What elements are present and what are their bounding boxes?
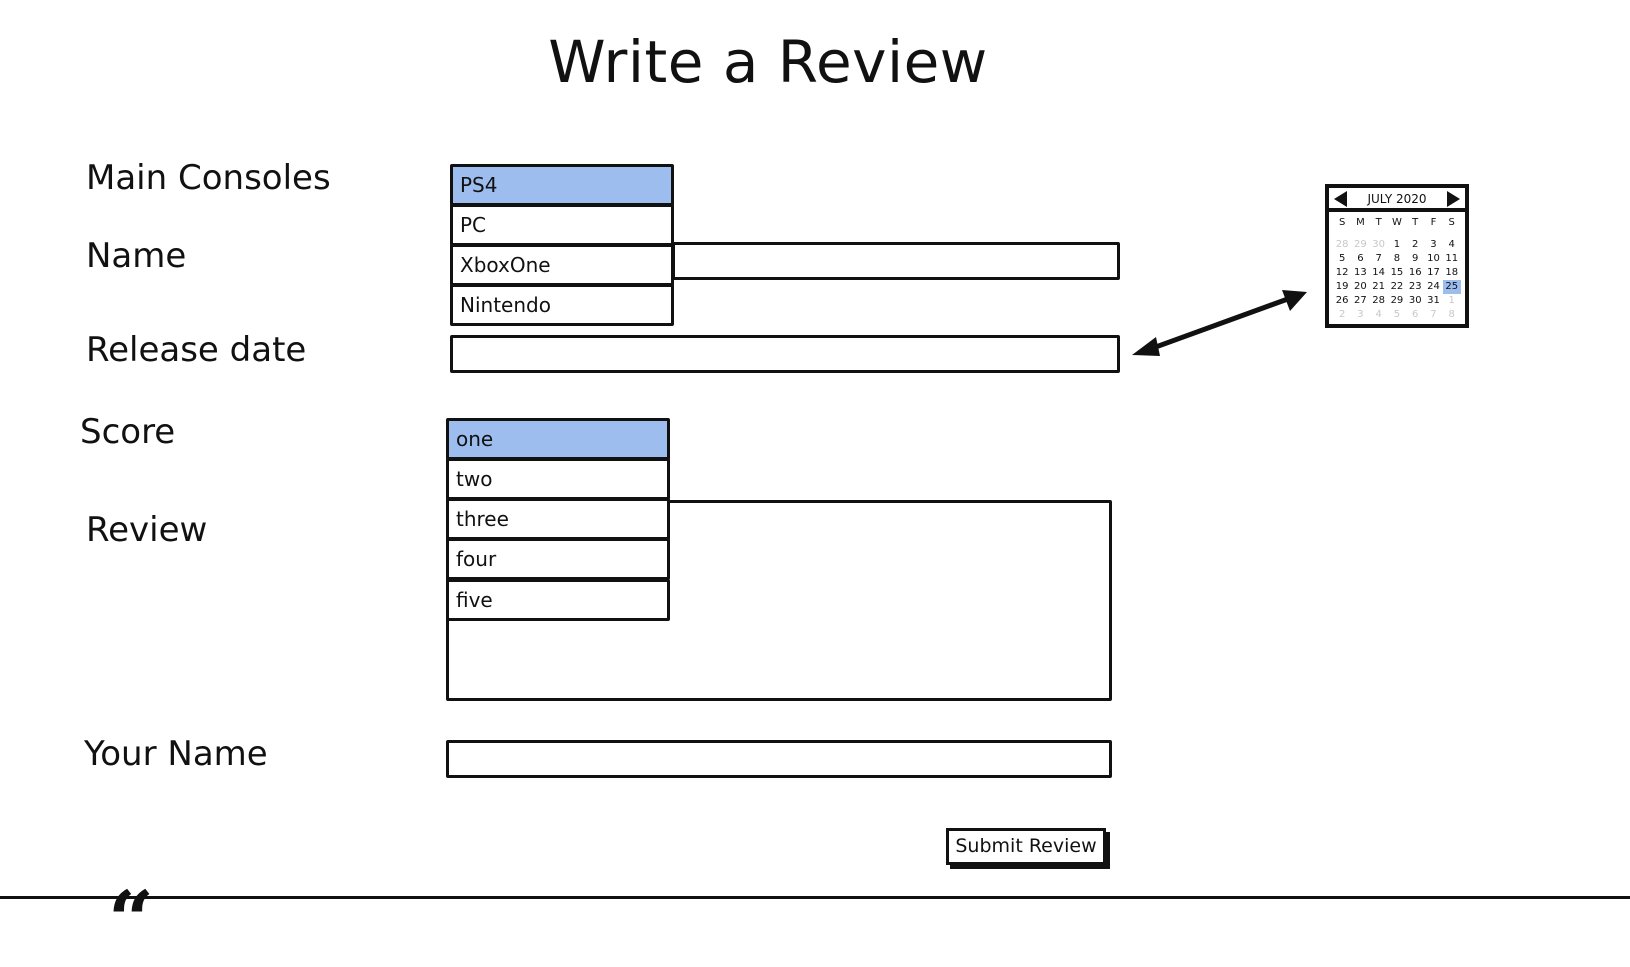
main-consoles-label: Main Consoles [86,158,331,198]
calendar-day[interactable]: 29 [1388,294,1406,308]
console-option-xboxone[interactable]: XboxOne [450,244,674,286]
name-label: Name [86,236,187,276]
calendar-day[interactable]: 2 [1333,308,1351,322]
calendar-day[interactable]: 16 [1406,266,1424,280]
calendar-day[interactable]: 21 [1370,280,1388,294]
double-arrow-icon [1132,290,1307,356]
score-option-five[interactable]: five [446,579,670,621]
calendar-weekday: F [1430,217,1437,228]
console-option-nintendo[interactable]: Nintendo [450,284,674,326]
calendar-day[interactable]: 9 [1406,252,1424,266]
calendar-day[interactable]: 30 [1406,294,1424,308]
calendar-day[interactable]: 3 [1351,308,1369,322]
score-option-one[interactable]: one [446,418,670,460]
calendar-header: JULY 2020 [1329,188,1465,212]
calendar-day[interactable]: 8 [1388,252,1406,266]
calendar-week-row: 2345678 [1333,308,1461,322]
calendar-week-row: 5 6 7 8 9 10 11 [1333,252,1461,266]
calendar-weekday-row: SMTWTFS [1333,216,1461,238]
calendar-day[interactable]: 18 [1443,266,1461,280]
calendar-weekday: T [1375,217,1382,228]
calendar-day[interactable]: 1 [1443,294,1461,308]
calendar-weekday: S [1448,217,1455,228]
calendar-day[interactable]: 1 [1388,238,1406,252]
calendar-day[interactable]: 29 [1351,238,1369,252]
calendar-day[interactable]: 3 [1424,238,1442,252]
calendar-day[interactable]: 25 [1442,280,1461,294]
calendar-weekday: T [1412,217,1419,228]
calendar-day[interactable]: 4 [1443,238,1461,252]
calendar-day[interactable]: 26 [1333,294,1351,308]
calendar-day[interactable]: 22 [1388,280,1406,294]
calendar-day[interactable]: 19 [1333,280,1351,294]
review-label: Review [86,510,208,550]
score-option-two[interactable]: two [446,458,670,500]
score-option-four[interactable]: four [446,538,670,580]
calendar-day[interactable]: 4 [1370,308,1388,322]
console-option-ps4[interactable]: PS4 [450,164,674,206]
score-label: Score [80,412,176,452]
calendar-week-row: 12 13 14 15 16 17 18 [1333,266,1461,280]
calendar-day[interactable]: 7 [1424,308,1442,322]
name-input[interactable] [672,242,1120,280]
calendar-day[interactable]: 30 [1370,238,1388,252]
submit-review-button[interactable]: Submit Review [946,828,1106,865]
calendar-month-label: JULY 2020 [1367,192,1427,206]
triangle-right-icon[interactable] [1447,191,1460,207]
date-picker-calendar[interactable]: JULY 2020 S M T W T F S 28 29 30 1 2 3 4 5 6 7 8 9 10 11 12 13… [1325,184,1469,328]
calendar-day[interactable]: 14 [1370,266,1388,280]
calendar-day[interactable]: 6 [1351,252,1369,266]
calendar-week-row: 26 27 28 29 30 31 1 [1333,294,1461,308]
calendar-week-row: 28 29 30 1 2 3 4 [1333,238,1461,252]
divider [0,896,1630,899]
console-option-pc[interactable]: PC [450,204,674,246]
quote-mark-icon: “ [108,873,155,967]
calendar-day[interactable]: 10 [1424,252,1442,266]
calendar-day[interactable]: 31 [1424,294,1442,308]
calendar-day[interactable]: 8 [1443,308,1461,322]
calendar-day[interactable]: 27 [1351,294,1369,308]
release-date-input[interactable] [450,335,1120,373]
calendar-day[interactable]: 11 [1443,252,1461,266]
calendar-day[interactable]: 23 [1406,280,1424,294]
calendar-day[interactable]: 20 [1351,280,1369,294]
calendar-day[interactable]: 28 [1333,238,1351,252]
calendar-weekday: W [1391,217,1402,228]
release-date-label: Release date [86,330,307,370]
calendar-day[interactable]: 6 [1406,308,1424,322]
calendar-day[interactable]: 7 [1370,252,1388,266]
calendar-grid: S M T W T F S 28 29 30 1 2 3 4 5 6 7 8 9 10 11 12 13 14 15 16 17 18… [1333,216,1461,322]
calendar-day[interactable]: 13 [1351,266,1369,280]
calendar-weekday: S [1338,217,1346,228]
calendar-day[interactable]: 5 [1388,308,1406,322]
calendar-day[interactable]: 24 [1424,280,1442,294]
page-title: Write a Review [548,28,988,96]
calendar-week-row: 19 20 21 22 23 24 25 [1333,280,1461,294]
calendar-day[interactable]: 15 [1388,266,1406,280]
calendar-day[interactable]: 28 [1370,294,1388,308]
score-option-three[interactable]: three [446,498,670,540]
calendar-weekday: M [1356,217,1365,228]
calendar-day[interactable]: 5 [1333,252,1351,266]
calendar-day[interactable]: 17 [1424,266,1442,280]
your-name-input[interactable] [446,740,1112,778]
calendar-day[interactable]: 12 [1333,266,1351,280]
your-name-label: Your Name [84,734,268,774]
calendar-day[interactable]: 2 [1406,238,1424,252]
